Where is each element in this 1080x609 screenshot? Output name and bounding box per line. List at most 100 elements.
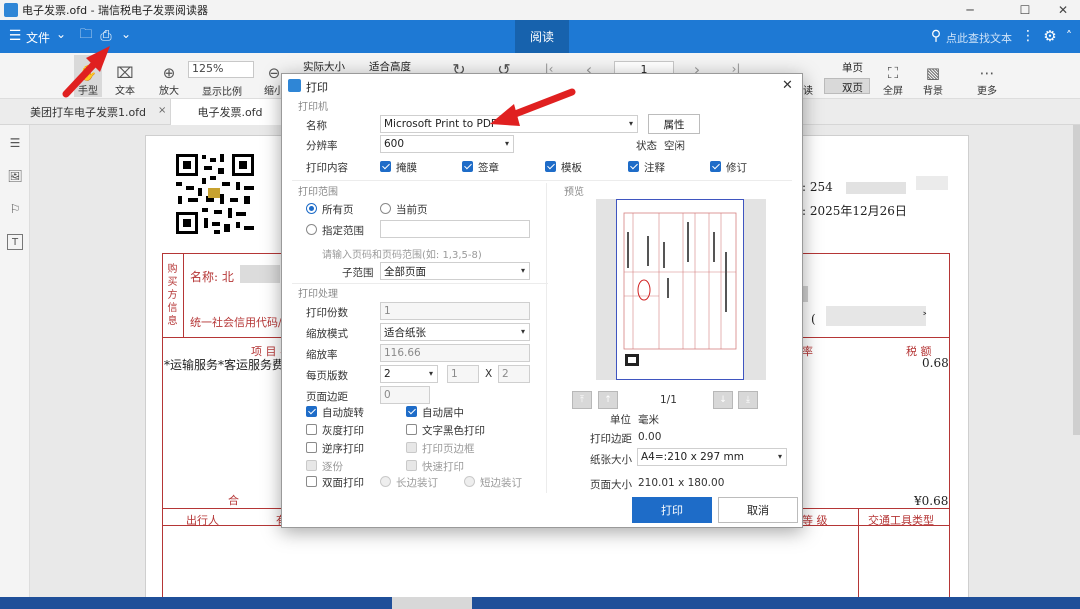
chevron-down-icon: ▾: [504, 139, 509, 148]
background-button[interactable]: ▧ 背景: [918, 55, 948, 97]
single-page-button[interactable]: 单页: [842, 60, 863, 75]
hamburger-icon[interactable]: ☰: [8, 28, 22, 44]
more-label: 更多: [977, 86, 997, 97]
search-input[interactable]: 点此查找文本: [946, 30, 1012, 46]
printer-name-label: 名称: [306, 120, 327, 132]
range-section-title: 打印范围: [298, 187, 338, 198]
qr-code: [174, 152, 256, 236]
text-black-checkbox[interactable]: [406, 424, 417, 435]
pps-value: 2: [384, 368, 391, 380]
short-edge-radio[interactable]: [464, 476, 475, 487]
auto-rotate-checkbox[interactable]: [306, 406, 317, 417]
print-button[interactable]: 打印: [632, 497, 712, 523]
structure-icon[interactable]: ⚐: [7, 201, 23, 217]
preview-page: [616, 199, 744, 380]
print-border-checkbox[interactable]: [406, 442, 417, 453]
page-range-input[interactable]: [380, 220, 530, 238]
show-ratio-label: 显示比例: [202, 87, 242, 98]
long-edge-radio[interactable]: [380, 476, 391, 487]
actual-size-button[interactable]: 实际大小: [303, 59, 345, 74]
grayscale-label: 灰度打印: [322, 425, 364, 437]
pps-columns-input[interactable]: 1: [447, 365, 479, 383]
range-hint: 请输入页码和页码范围(如: 1,3,5-8): [322, 250, 482, 261]
collate-checkbox[interactable]: [306, 460, 317, 471]
annotation-checkbox[interactable]: [628, 161, 639, 172]
read-mode-label[interactable]: 读: [803, 82, 813, 97]
close-tab-icon[interactable]: ×: [158, 105, 166, 116]
file-menu[interactable]: 文件: [26, 29, 50, 46]
first-preview-icon[interactable]: ⤒: [572, 391, 592, 409]
collate-label: 逐份: [322, 461, 343, 473]
copies-input[interactable]: 1: [380, 302, 530, 320]
reverse-order-label: 逆序打印: [322, 443, 364, 455]
subrange-select[interactable]: 全部页面 ▾: [380, 262, 530, 280]
more-button[interactable]: ⋯ 更多: [972, 55, 1002, 97]
page-margin-label: 页面边距: [306, 391, 348, 403]
close-dialog-icon[interactable]: ✕: [782, 78, 793, 93]
paper-size-select[interactable]: A4=:210 x 297 mm ▾: [637, 448, 787, 466]
pps-rows-input[interactable]: 2: [498, 365, 530, 383]
pps-y-value: 2: [502, 368, 509, 380]
scale-ratio-input[interactable]: 116.66: [380, 344, 530, 362]
auto-center-checkbox[interactable]: [406, 406, 417, 417]
scale-mode-value: 适合纸张: [384, 326, 426, 339]
status-label: 状态: [636, 140, 657, 152]
page-margin-input[interactable]: 0: [380, 386, 430, 404]
more-options-icon[interactable]: ⋮: [1021, 28, 1035, 44]
thumbnail-icon[interactable]: 🖼: [7, 168, 23, 184]
scrollbar[interactable]: [1073, 125, 1080, 435]
chevron-down-icon: ▾: [520, 266, 525, 275]
current-page-radio[interactable]: [380, 203, 391, 214]
last-preview-icon[interactable]: ⤓: [738, 391, 758, 409]
file-menu-chevron-icon[interactable]: ⌄: [56, 27, 66, 41]
template-checkbox[interactable]: [545, 161, 556, 172]
zoom-in-label: 放大: [159, 86, 179, 97]
margin-value: 0: [384, 389, 391, 401]
quick-print-label: 快速打印: [422, 461, 464, 473]
text-panel-icon[interactable]: T: [7, 234, 23, 250]
revision-checkbox[interactable]: [710, 161, 721, 172]
properties-button[interactable]: 属性: [648, 114, 700, 134]
zoom-in-button[interactable]: ⊕ 放大: [154, 55, 184, 97]
taskbar-item[interactable]: [392, 597, 472, 609]
mask-checkbox[interactable]: [380, 161, 391, 172]
fullscreen-button[interactable]: ⛶ 全屏: [878, 55, 908, 97]
close-window-button[interactable]: ✕: [1046, 0, 1080, 20]
settings-icon[interactable]: ⚙: [1042, 27, 1058, 45]
fit-height-button[interactable]: 适合高度: [369, 59, 411, 74]
column-divider: [858, 508, 859, 609]
printer-section-title: 打印机: [298, 102, 328, 113]
maximize-button[interactable]: ☐: [1003, 0, 1047, 20]
tab-invoice-ofd[interactable]: 电子发票.ofd: [170, 99, 290, 125]
duplex-checkbox[interactable]: [306, 476, 317, 487]
pages-per-sheet-select[interactable]: 2 ▾: [380, 365, 438, 383]
outline-icon[interactable]: ☰: [7, 135, 23, 151]
collapse-ribbon-icon[interactable]: ˄: [1063, 28, 1075, 44]
column-divider: [546, 183, 547, 493]
grayscale-checkbox[interactable]: [306, 424, 317, 435]
tab-read[interactable]: 阅读: [515, 20, 569, 53]
resolution-label: 分辨率: [306, 140, 338, 152]
zoom-level-input[interactable]: 125%: [188, 61, 254, 78]
seal-checkbox[interactable]: [462, 161, 473, 172]
cancel-button[interactable]: 取消: [718, 497, 798, 523]
prev-preview-icon[interactable]: ↑: [598, 391, 618, 409]
reverse-order-checkbox[interactable]: [306, 442, 317, 453]
specified-range-radio[interactable]: [306, 224, 317, 235]
seller-paren: (: [811, 312, 816, 326]
zoom-in-icon: ⊕: [162, 64, 176, 82]
zoom-level-value: 125%: [192, 62, 224, 75]
quick-print-checkbox[interactable]: [406, 460, 417, 471]
buyer-char: 买: [167, 277, 178, 288]
redacted-number-tail: [916, 176, 948, 190]
all-pages-radio[interactable]: [306, 203, 317, 214]
resolution-select[interactable]: 600 ▾: [380, 135, 514, 153]
scale-mode-select[interactable]: 适合纸张 ▾: [380, 323, 530, 341]
pps-times-label: X: [485, 368, 493, 380]
minimize-button[interactable]: ─: [948, 0, 992, 20]
double-page-button[interactable]: 双页: [824, 78, 870, 94]
preview-section-title: 预览: [564, 187, 584, 198]
next-preview-icon[interactable]: ↓: [713, 391, 733, 409]
unit-value: 毫米: [638, 414, 659, 426]
tab-meituan-invoice[interactable]: 美团打车电子发票1.ofd ×: [8, 99, 168, 125]
